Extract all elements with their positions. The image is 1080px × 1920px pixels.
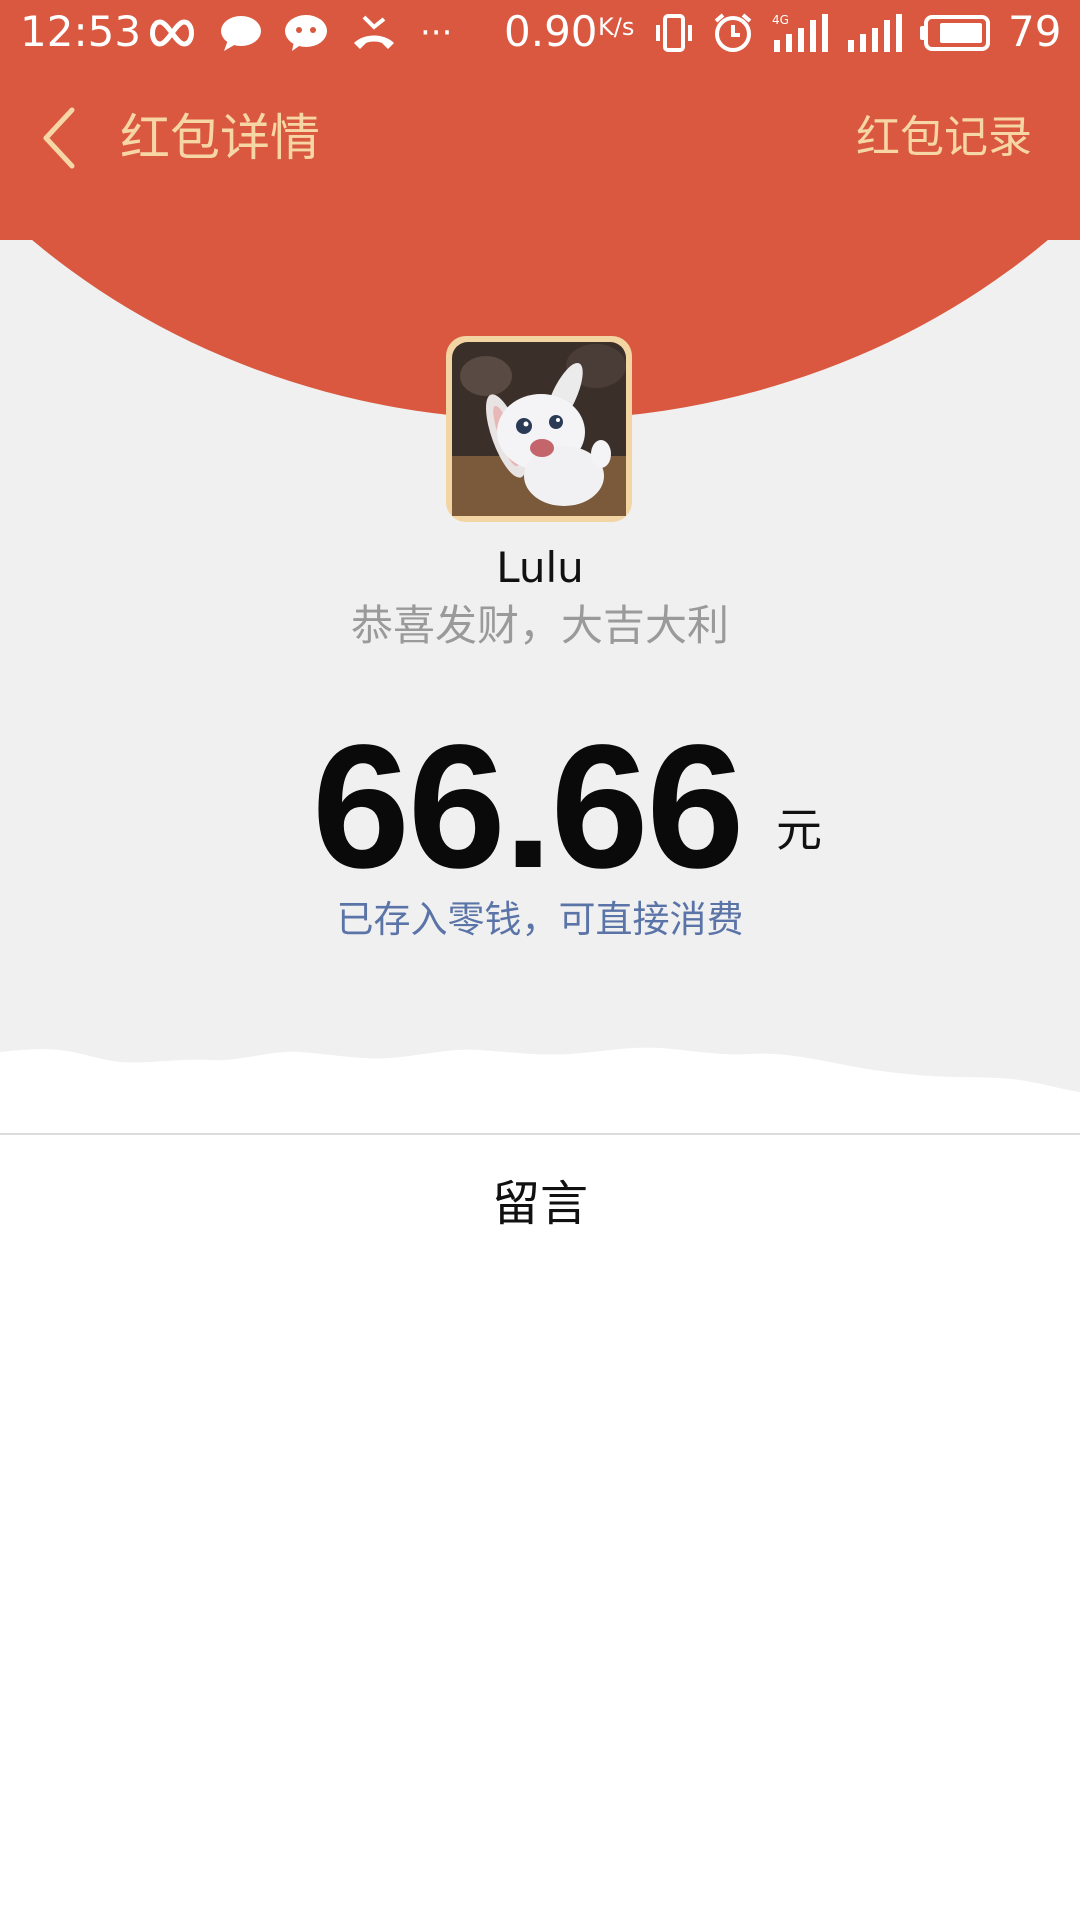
page-title: 红包详情 bbox=[120, 109, 320, 167]
alarm-icon bbox=[714, 13, 752, 52]
greeting-message: 恭喜发财，大吉大利 bbox=[350, 601, 729, 650]
torn-paper-edge bbox=[0, 1047, 1080, 1130]
message-section-title: 留言 bbox=[491, 1176, 588, 1232]
more-notifications: ··· bbox=[420, 13, 453, 53]
red-packet-detail-screen: 12:53 ··· 0.90 K/s 4G 79 红包详情 红包记录 Lulu … bbox=[0, 0, 1080, 1920]
network-speed: 0.90 bbox=[504, 7, 598, 56]
network-type-label: 4G bbox=[772, 13, 789, 27]
section-divider bbox=[0, 1133, 1080, 1135]
amount-unit: 元 bbox=[776, 803, 822, 857]
red-packet-record-button[interactable]: 红包记录 bbox=[856, 108, 1032, 168]
message-section-background bbox=[0, 1120, 1080, 1920]
signal-icon bbox=[848, 14, 902, 52]
infinity-icon bbox=[150, 19, 194, 47]
battery-level: 79 bbox=[1008, 7, 1062, 56]
status-time: 12:53 bbox=[20, 7, 142, 56]
status-bar: 12:53 ··· 0.90 K/s 4G 79 bbox=[0, 0, 1080, 66]
signal-4g-icon: 4G bbox=[772, 13, 828, 52]
network-speed-unit: K/s bbox=[598, 13, 635, 41]
missed-call-icon bbox=[354, 15, 394, 49]
amount-display: 66.66 元 bbox=[0, 712, 1080, 902]
message-bubble-icon bbox=[221, 16, 261, 51]
amount-value: 66.66 bbox=[312, 709, 744, 905]
rabbit-avatar-image bbox=[452, 342, 626, 516]
battery-icon bbox=[920, 15, 990, 51]
system-icons: 4G bbox=[654, 10, 992, 56]
sender-avatar[interactable] bbox=[446, 336, 632, 522]
deposit-note-link[interactable]: 已存入零钱，可直接消费 bbox=[0, 890, 1080, 950]
notification-icons: ··· bbox=[146, 10, 452, 56]
back-button[interactable] bbox=[30, 100, 90, 176]
chevron-left-icon bbox=[43, 107, 75, 169]
sender-name: Lulu bbox=[496, 543, 584, 592]
wechat-icon bbox=[285, 15, 327, 51]
vibrate-icon bbox=[656, 14, 692, 52]
